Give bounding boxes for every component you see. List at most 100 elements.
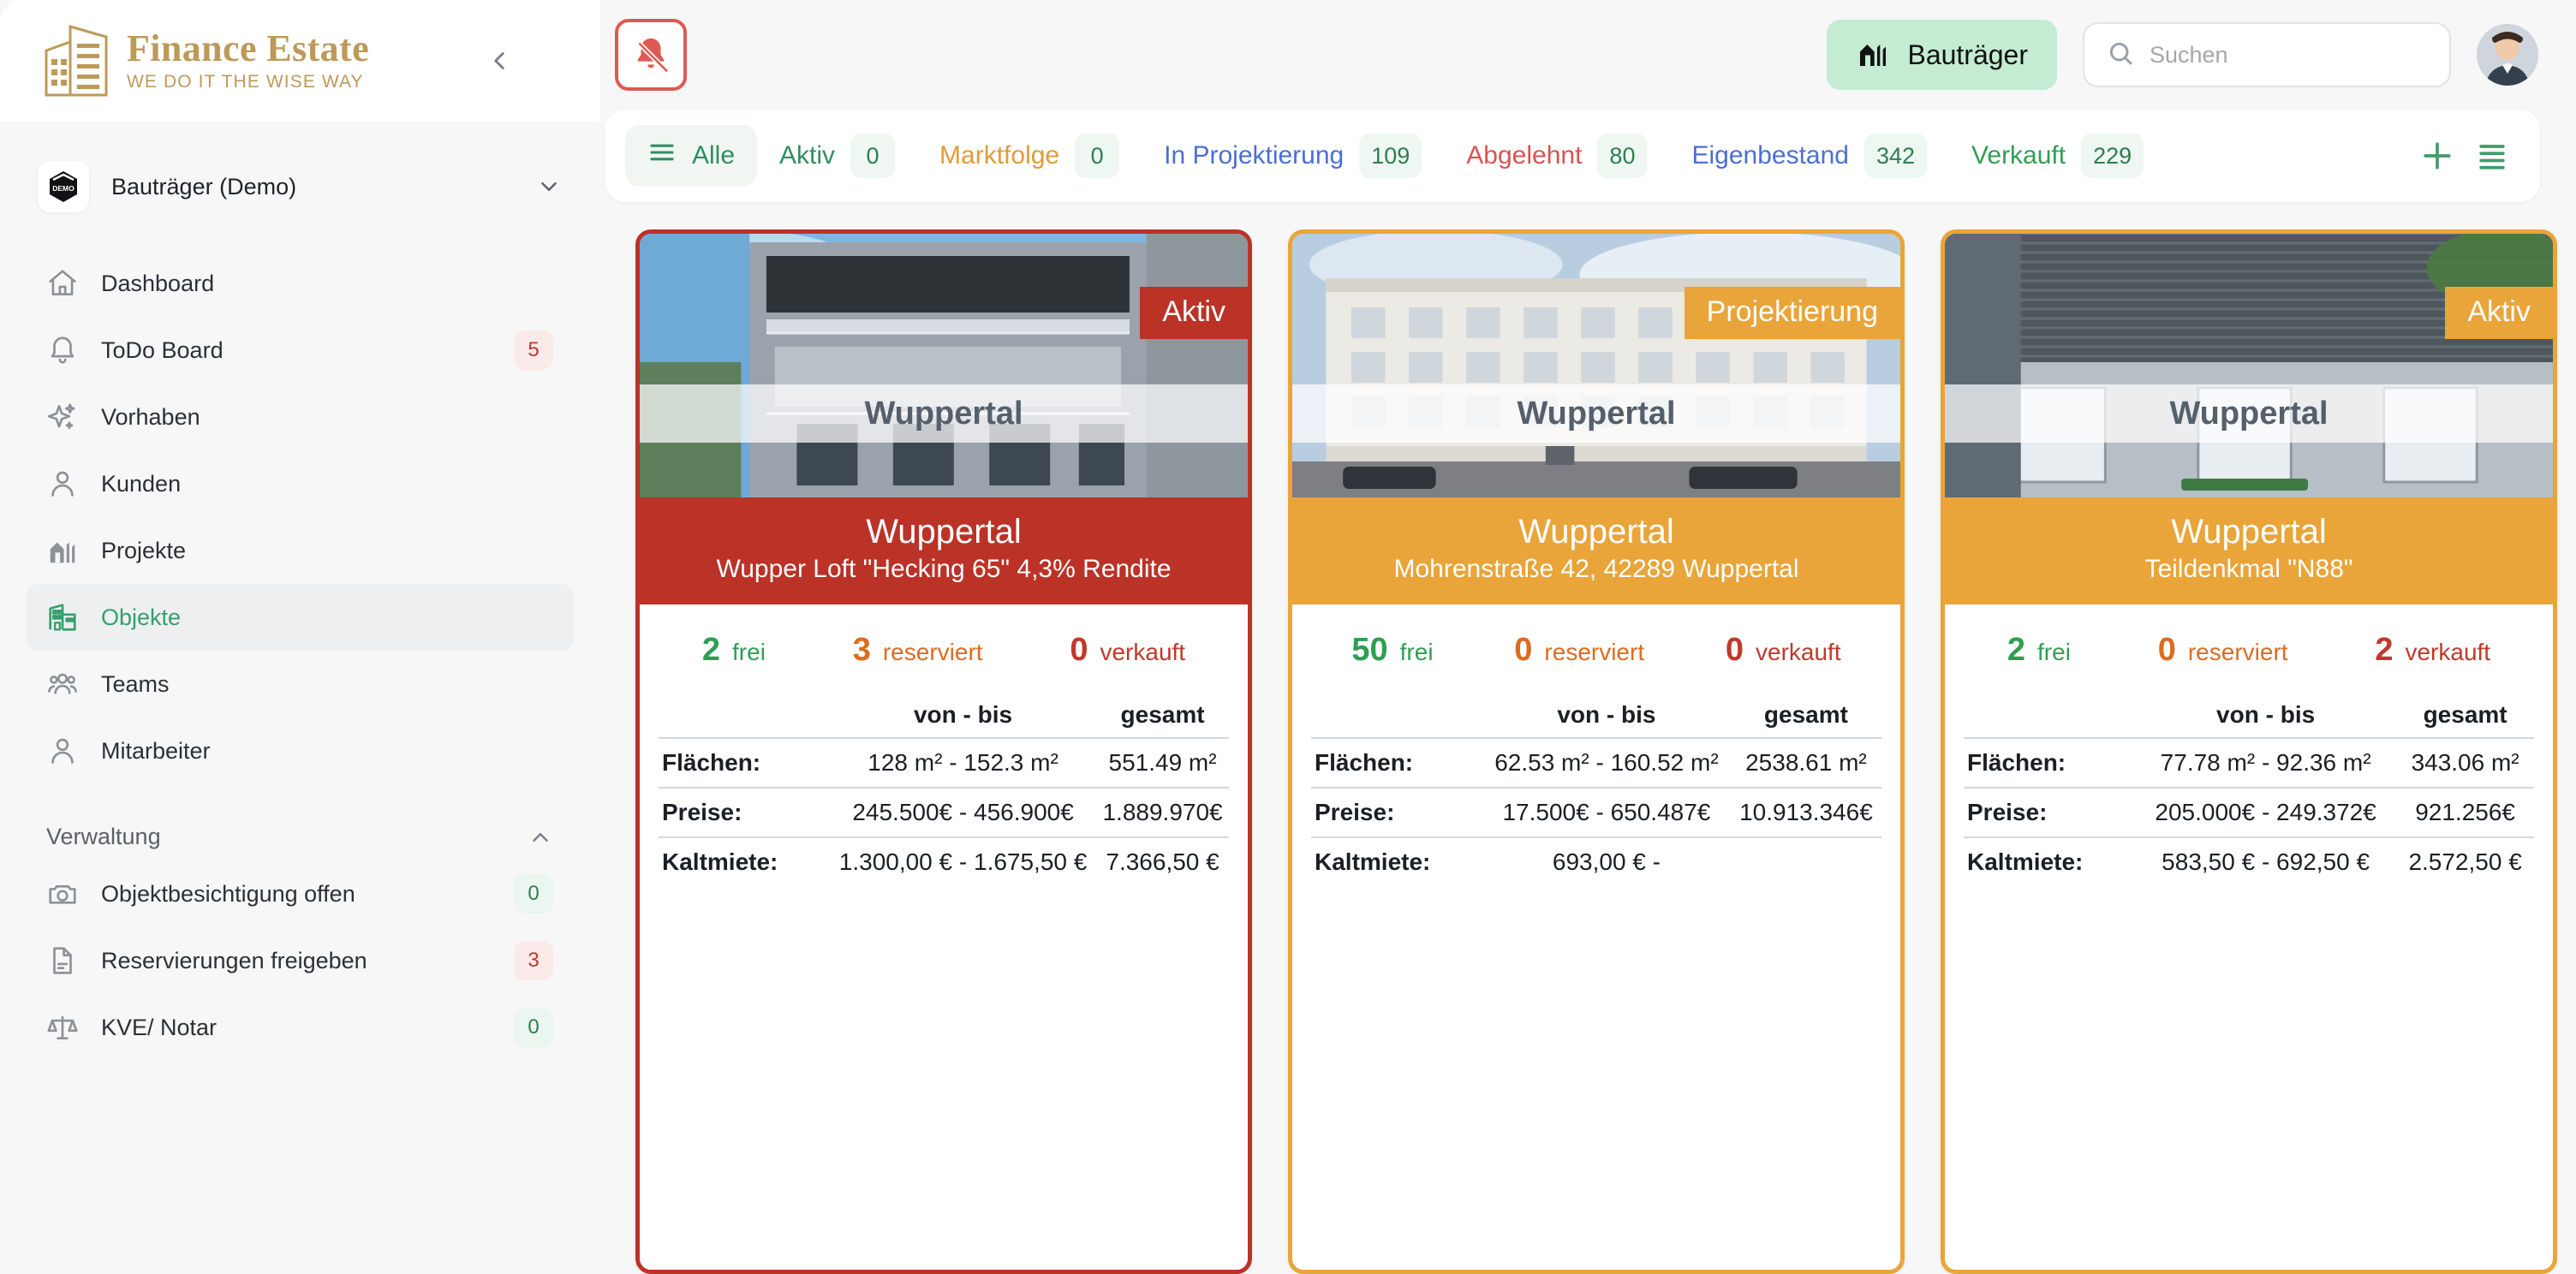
home-icon	[46, 267, 79, 300]
sidebar-section-verwaltung[interactable]: Verwaltung	[46, 824, 553, 850]
chevron-left-icon[interactable]	[480, 38, 519, 84]
app-root: Finance Estate WE DO IT THE WISE WAY DEM…	[0, 0, 2576, 1274]
tab-label: Abgelehnt	[1466, 141, 1583, 170]
count-free: 2 frei	[702, 632, 766, 669]
object-card[interactable]: Wuppertal Aktiv Wuppertal Teildenkmal "N…	[1941, 229, 2557, 1274]
sidebar-item-objekte[interactable]: Objekte	[26, 584, 574, 651]
count-reserved-label: reserviert	[1544, 638, 1645, 665]
count-sold-label: verkauft	[1756, 638, 1841, 665]
org-logo-icon: DEMO	[38, 161, 89, 212]
tab-aktiv[interactable]: Aktiv 0	[757, 125, 917, 187]
sidebar-item-teams[interactable]: Teams	[26, 651, 574, 717]
tab-label: Eigenbestand	[1691, 141, 1849, 170]
property-photo	[1292, 234, 1900, 497]
table-row: Preise: 17.500€ - 650.487€ 10.913.346€	[1311, 787, 1881, 837]
row-total: 10.913.346€	[1739, 798, 1873, 825]
row-label: Kaltmiete:	[662, 848, 778, 875]
camera-icon	[46, 878, 79, 910]
bell-icon	[46, 334, 79, 366]
tabbar-wrap: Alle Aktiv 0 Marktfolge 0 In Projektieru…	[599, 110, 2576, 202]
th-total: gesamt	[1120, 700, 1205, 728]
row-label: Flächen:	[1967, 748, 2066, 776]
tab-abgelehnt[interactable]: Abgelehnt 80	[1444, 125, 1669, 187]
object-card[interactable]: Wuppertal Aktiv Wuppertal Wupper Loft "H…	[635, 229, 1252, 1274]
card-city: Wuppertal	[1518, 513, 1674, 551]
figures-table: von - bis gesamt Flächen: 77.78 m² - 92.…	[1964, 691, 2534, 886]
card-subtitle: Mohrenstraße 42, 42289 Wuppertal	[1393, 554, 1799, 583]
sidebar-item-kunden[interactable]: Kunden	[26, 450, 574, 517]
list-view-icon[interactable]	[2465, 128, 2519, 183]
user-icon	[46, 467, 79, 500]
table-row: Kaltmiete: 693,00 € -	[1311, 836, 1881, 886]
th-blank	[1964, 691, 2135, 738]
row-total	[1731, 837, 1881, 886]
th-total: gesamt	[2423, 700, 2507, 728]
sidebar-item-label: Dashboard	[101, 270, 215, 296]
tab-label: Marktfolge	[939, 141, 1060, 170]
tab-count: 229	[2081, 134, 2144, 178]
sidebar-item-vorhaben[interactable]: Vorhaben	[26, 384, 574, 450]
sidebar-item-reservierungen-freigeben[interactable]: Reservierungen freigeben 3	[26, 927, 574, 994]
card-media: Wuppertal Aktiv	[1945, 234, 2553, 497]
row-total: 343.06 m²	[2411, 748, 2519, 776]
sidebar-nav-verwaltung: Objektbesichtigung offen 0 Reservierunge…	[0, 860, 599, 1061]
tab-in-projektierung[interactable]: In Projektierung 109	[1142, 125, 1444, 187]
sidebar-item-projekte[interactable]: Projekte	[26, 517, 574, 584]
count-sold: 0 verkauft	[1726, 632, 1841, 669]
sidebar-item-label: Teams	[101, 670, 170, 697]
tab-alle[interactable]: Alle	[625, 125, 758, 187]
row-range: 693,00 € -	[1552, 848, 1661, 875]
tab-count: 0	[850, 134, 896, 178]
brand-text: Finance Estate WE DO IT THE WISE WAY	[127, 28, 369, 92]
plus-icon[interactable]	[2410, 128, 2465, 183]
chevron-up-icon[interactable]	[528, 825, 553, 850]
count-sold-value: 0	[1725, 631, 1744, 668]
table-row: Kaltmiete: 1.300,00 € - 1.675,50 € 7.366…	[659, 836, 1229, 886]
search-box[interactable]	[2083, 22, 2451, 87]
org-switcher[interactable]: DEMO Bauträger (Demo)	[38, 161, 562, 212]
row-total: 921.256€	[2415, 798, 2515, 825]
tab-marktfolge[interactable]: Marktfolge 0	[917, 125, 1142, 187]
avatar[interactable]	[2477, 24, 2538, 86]
sidebar-item-mitarbeiter[interactable]: Mitarbeiter	[26, 717, 574, 784]
chevron-down-icon[interactable]	[536, 174, 562, 199]
row-total: 7.366,50 €	[1106, 848, 1219, 875]
role-switcher-button[interactable]: Bauträger	[1827, 20, 2057, 90]
tab-label: In Projektierung	[1164, 141, 1345, 170]
count-sold: 2 verkauft	[2375, 632, 2490, 669]
search-input[interactable]	[2150, 41, 2427, 68]
row-range: 1.300,00 € - 1.675,50 €	[838, 848, 1088, 875]
count-free: 50 frei	[1351, 632, 1433, 669]
bell-off-icon[interactable]	[615, 19, 687, 91]
count-free-value: 2	[2007, 631, 2026, 668]
tabbar: Alle Aktiv 0 Marktfolge 0 In Projektieru…	[605, 110, 2540, 202]
row-total: 2538.61 m²	[1745, 748, 1867, 776]
tab-verkauft[interactable]: Verkauft 229	[1949, 125, 2166, 187]
tab-eigenbestand[interactable]: Eigenbestand 342	[1669, 125, 1949, 187]
status-badge: Aktiv	[1140, 287, 1248, 339]
row-range: 17.500€ - 650.487€	[1502, 798, 1711, 825]
count-free-value: 50	[1351, 631, 1388, 668]
row-range: 583,50 € - 692,50 €	[2162, 848, 2370, 875]
count-sold-value: 2	[2375, 631, 2394, 668]
th-blank	[659, 691, 830, 738]
building-logo-icon	[38, 21, 113, 100]
sidebar-item-todo-board[interactable]: ToDo Board 5	[26, 317, 574, 384]
card-header: Wuppertal Teildenkmal "N88"	[1945, 497, 2553, 604]
th-blank	[1311, 691, 1482, 738]
availability-counts: 50 frei 0 reserviert 0 verkauft	[1311, 623, 1881, 691]
sidebar-section-title: Verwaltung	[46, 824, 161, 849]
count-free-label: frei	[732, 638, 766, 665]
sidebar-item-dashboard[interactable]: Dashboard	[26, 250, 574, 317]
row-label: Kaltmiete:	[1967, 848, 2084, 875]
main-content: Bauträger Alle	[599, 0, 2576, 1274]
topbar: Bauträger	[599, 0, 2576, 110]
sidebar-item-objektbesichtigung-offen[interactable]: Objektbesichtigung offen 0	[26, 860, 574, 927]
sidebar-item-kve-notar[interactable]: KVE/ Notar 0	[26, 994, 574, 1061]
table-row: Flächen: 128 m² - 152.3 m² 551.49 m²	[659, 737, 1229, 788]
object-card[interactable]: Wuppertal Projektierung Wuppertal Mohren…	[1288, 229, 1905, 1274]
table-row: Kaltmiete: 583,50 € - 692,50 € 2.572,50 …	[1964, 836, 2534, 886]
tab-count: 0	[1075, 134, 1120, 178]
count-reserved-value: 0	[2157, 631, 2176, 668]
row-range: 77.78 m² - 92.36 m²	[2160, 748, 2371, 776]
